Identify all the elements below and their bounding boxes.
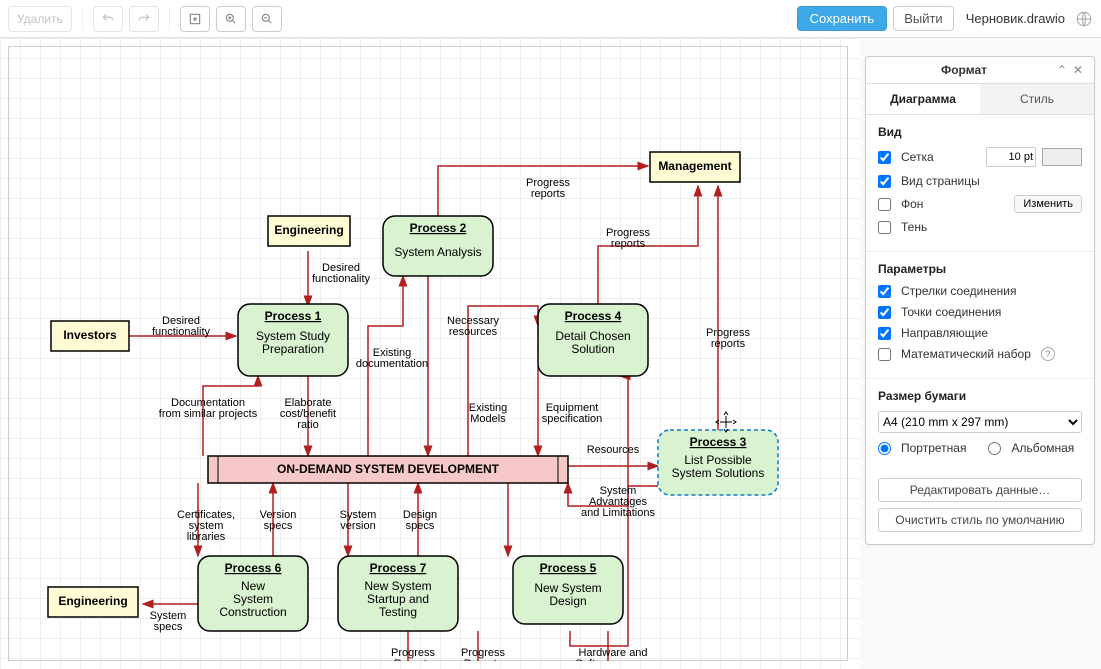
delete-button[interactable]: Удалить bbox=[8, 6, 72, 32]
svg-text:Existingdocumentation: Existingdocumentation bbox=[356, 347, 428, 370]
math-label: Математический набор bbox=[901, 347, 1031, 361]
guides-label: Направляющие bbox=[901, 326, 988, 340]
grid-label: Сетка bbox=[901, 150, 980, 164]
svg-text:Investors: Investors bbox=[63, 328, 117, 342]
undo-icon bbox=[101, 12, 115, 26]
background-label: Фон bbox=[901, 197, 1008, 211]
svg-text:ON-DEMAND SYSTEM DEVELOPMENT: ON-DEMAND SYSTEM DEVELOPMENT bbox=[277, 462, 500, 476]
help-icon[interactable]: ? bbox=[1041, 347, 1055, 361]
diagram: Investors Engineering Engineering Manage… bbox=[8, 46, 848, 661]
pageview-checkbox[interactable] bbox=[878, 175, 891, 188]
grid-checkbox[interactable] bbox=[878, 151, 891, 164]
svg-text:Progressreports: Progressreports bbox=[706, 327, 751, 350]
svg-text:Necessaryresources: Necessaryresources bbox=[447, 315, 499, 338]
collapse-icon[interactable]: ⌃ bbox=[1054, 63, 1070, 77]
svg-text:Resources: Resources bbox=[587, 444, 640, 456]
svg-text:SystemAdvantagesand Limitation: SystemAdvantagesand Limitations bbox=[581, 485, 655, 519]
guides-checkbox[interactable] bbox=[878, 327, 891, 340]
zoom-in-button[interactable] bbox=[216, 6, 246, 32]
tab-diagram[interactable]: Диаграмма bbox=[866, 84, 980, 114]
grid-color-swatch[interactable] bbox=[1042, 148, 1082, 166]
separator bbox=[169, 8, 170, 30]
clear-style-button[interactable]: Очистить стиль по умолчанию bbox=[878, 508, 1082, 532]
zoom-in-icon bbox=[224, 12, 238, 26]
separator bbox=[82, 8, 83, 30]
file-name: Черновик.drawio bbox=[966, 11, 1065, 26]
portrait-label: Портретная bbox=[901, 441, 966, 455]
svg-text:Progressreports: Progressreports bbox=[606, 227, 651, 250]
conn-arrows-label: Стрелки соединения bbox=[901, 284, 1016, 298]
paper-size-select[interactable]: A4 (210 mm x 297 mm) bbox=[878, 411, 1082, 433]
svg-text:Process 6: Process 6 bbox=[225, 561, 282, 575]
svg-text:List PossibleSystem Solutions: List PossibleSystem Solutions bbox=[672, 453, 765, 480]
fit-icon bbox=[188, 12, 202, 26]
svg-text:Systemversion: Systemversion bbox=[340, 509, 377, 532]
svg-text:Process 4: Process 4 bbox=[565, 309, 622, 323]
svg-text:Process 2: Process 2 bbox=[410, 221, 467, 235]
close-icon[interactable]: ✕ bbox=[1070, 63, 1086, 77]
section-paper: Размер бумаги bbox=[878, 389, 1082, 403]
edit-data-button[interactable]: Редактировать данные… bbox=[878, 478, 1082, 502]
exit-button[interactable]: Выйти bbox=[893, 6, 954, 31]
undo-button[interactable] bbox=[93, 6, 123, 32]
svg-text:Engineering: Engineering bbox=[274, 223, 343, 237]
section-params: Параметры bbox=[878, 262, 1082, 276]
svg-text:Desiredfunctionality: Desiredfunctionality bbox=[312, 262, 371, 285]
svg-text:Documentationfrom similar proj: Documentationfrom similar projects bbox=[159, 397, 258, 420]
background-checkbox[interactable] bbox=[878, 198, 891, 211]
svg-text:Versionspecs: Versionspecs bbox=[260, 509, 297, 532]
svg-text:Process 1: Process 1 bbox=[265, 309, 322, 323]
svg-text:Management: Management bbox=[658, 159, 731, 173]
zoom-out-button[interactable] bbox=[252, 6, 282, 32]
format-panel: Формат ⌃ ✕ Диаграмма Стиль Вид Сетка Вид… bbox=[865, 56, 1095, 545]
shadow-label: Тень bbox=[901, 220, 927, 234]
fit-button[interactable] bbox=[180, 6, 210, 32]
svg-text:Elaboratecost/benefitratio: Elaboratecost/benefitratio bbox=[280, 397, 336, 431]
svg-text:Hardware andSoftware specs: Hardware andSoftware specs bbox=[575, 647, 651, 661]
conn-points-label: Точки соединения bbox=[901, 305, 1001, 319]
svg-text:System StudyPreparation: System StudyPreparation bbox=[256, 329, 330, 356]
svg-text:Engineering: Engineering bbox=[58, 594, 127, 608]
landscape-radio[interactable] bbox=[988, 442, 1001, 455]
svg-text:System Analysis: System Analysis bbox=[394, 245, 481, 259]
save-button[interactable]: Сохранить bbox=[797, 6, 888, 31]
svg-text:Progressreports: Progressreports bbox=[526, 177, 571, 200]
svg-text:Designspecs: Designspecs bbox=[403, 509, 437, 532]
redo-icon bbox=[137, 12, 151, 26]
tab-style[interactable]: Стиль bbox=[980, 84, 1094, 114]
panel-title: Формат bbox=[874, 63, 1054, 77]
svg-text:Process 5: Process 5 bbox=[540, 561, 597, 575]
svg-text:Process 7: Process 7 bbox=[370, 561, 427, 575]
shadow-checkbox[interactable] bbox=[878, 221, 891, 234]
grid-size-input[interactable] bbox=[986, 147, 1036, 167]
svg-text:Systemspecs: Systemspecs bbox=[150, 610, 187, 633]
change-button[interactable]: Изменить bbox=[1014, 195, 1082, 213]
math-checkbox[interactable] bbox=[878, 348, 891, 361]
globe-icon[interactable] bbox=[1075, 10, 1093, 28]
toolbar: Удалить Сохранить Выйти Черновик.drawio bbox=[0, 0, 1101, 38]
portrait-radio[interactable] bbox=[878, 442, 891, 455]
pageview-label: Вид страницы bbox=[901, 174, 980, 188]
landscape-label: Альбомная bbox=[1011, 441, 1074, 455]
conn-arrows-checkbox[interactable] bbox=[878, 285, 891, 298]
svg-text:ProgressReports: ProgressReports bbox=[391, 647, 436, 661]
zoom-out-icon bbox=[260, 12, 274, 26]
svg-text:Process 3: Process 3 bbox=[690, 435, 747, 449]
svg-text:ExistingModels: ExistingModels bbox=[469, 402, 508, 425]
svg-text:Equipmentspecification: Equipmentspecification bbox=[542, 402, 603, 425]
section-view: Вид bbox=[878, 125, 1082, 139]
svg-text:Certificates,systemlibraries: Certificates,systemlibraries bbox=[177, 509, 235, 543]
svg-text:ProgressReports: ProgressReports bbox=[461, 647, 506, 661]
svg-text:Desiredfunctionality: Desiredfunctionality bbox=[152, 315, 211, 338]
canvas[interactable]: Investors Engineering Engineering Manage… bbox=[0, 38, 1101, 669]
conn-points-checkbox[interactable] bbox=[878, 306, 891, 319]
redo-button[interactable] bbox=[129, 6, 159, 32]
